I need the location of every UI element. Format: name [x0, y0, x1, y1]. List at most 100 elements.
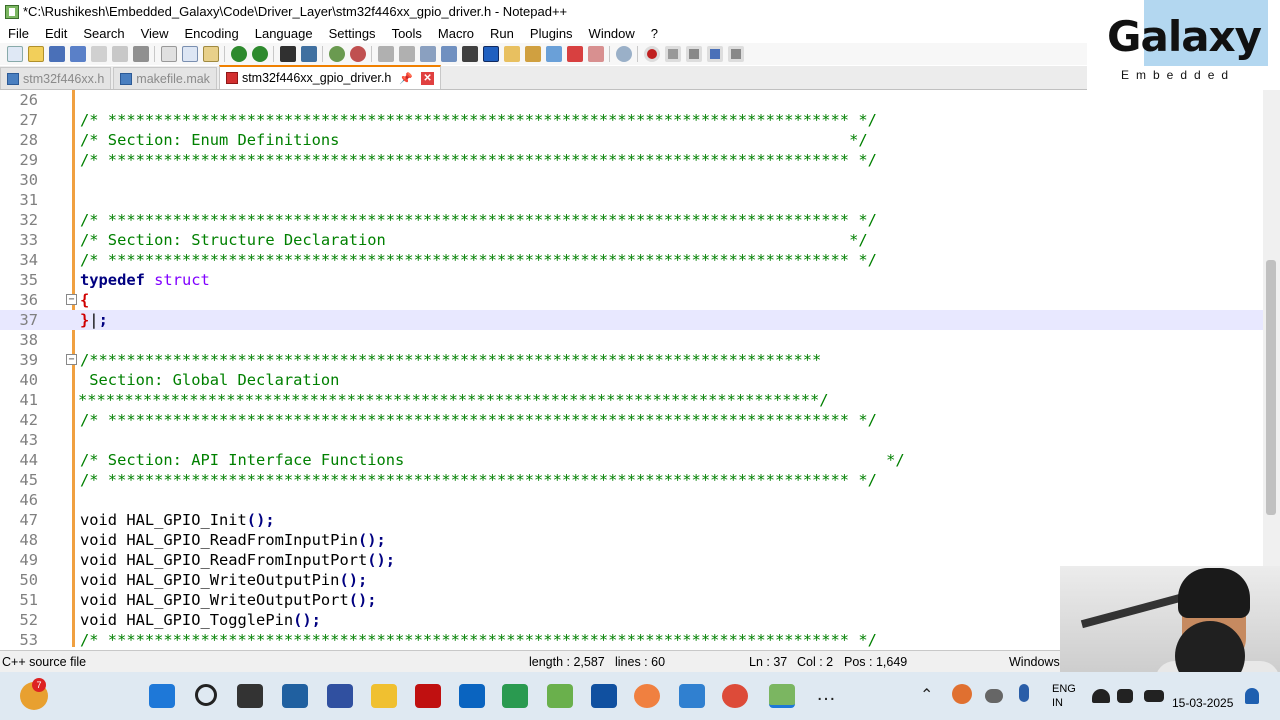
code-line[interactable]: 33 /* Section: Structure Declaration */	[0, 230, 1263, 250]
code-line[interactable]: 42 /* ***********************************…	[0, 410, 1263, 430]
sync-vertical-icon[interactable]	[377, 46, 394, 62]
menu-macro[interactable]: Macro	[430, 26, 482, 41]
notification-bell-icon[interactable]	[1245, 688, 1259, 704]
wifi-icon[interactable]	[1092, 689, 1110, 703]
menu-file[interactable]: File	[0, 26, 37, 41]
code-line[interactable]: 39 −/************************************…	[0, 350, 1263, 370]
notepadpp-taskbar-icon[interactable]	[769, 684, 795, 708]
menu-plugins[interactable]: Plugins	[522, 26, 581, 41]
language-indicator[interactable]: ENG IN	[1052, 682, 1076, 710]
new-file-icon[interactable]	[6, 46, 23, 62]
store-icon[interactable]	[282, 684, 308, 708]
tab-makefile-mak[interactable]: makefile.mak	[113, 67, 217, 89]
code-line[interactable]: 27 /* ***********************************…	[0, 110, 1263, 130]
stop-macro-icon[interactable]	[664, 46, 681, 62]
menu-view[interactable]: View	[133, 26, 177, 41]
menu-window[interactable]: Window	[581, 26, 643, 41]
code-line[interactable]: 41 **************************************…	[0, 390, 1263, 410]
notepadpp-green-icon[interactable]	[547, 684, 573, 708]
fold-toggle-icon[interactable]: −	[66, 354, 77, 365]
code-line[interactable]: 47 void HAL_GPIO_Init();	[0, 510, 1263, 530]
menu-encoding[interactable]: Encoding	[177, 26, 247, 41]
code-line[interactable]: 40 Section: Global Declaration	[0, 370, 1263, 390]
more-apps-icon[interactable]: …	[816, 684, 842, 708]
undo-icon[interactable]	[230, 46, 247, 62]
window-app-icon[interactable]	[679, 684, 705, 708]
code-editor[interactable]: 26 27 /* *********************************…	[0, 90, 1263, 647]
chrome-icon[interactable]	[722, 684, 748, 708]
monitor-icon[interactable]	[566, 46, 583, 62]
clipboard-history-icon[interactable]	[587, 46, 604, 62]
e2-studio-icon[interactable]	[327, 684, 353, 708]
menu-search[interactable]: Search	[75, 26, 132, 41]
menu-tools[interactable]: Tools	[384, 26, 430, 41]
microphone-icon[interactable]	[1019, 684, 1029, 702]
play-multiple-macro-icon[interactable]	[706, 46, 723, 62]
save-icon[interactable]	[48, 46, 65, 62]
menu-run[interactable]: Run	[482, 26, 522, 41]
battery-icon[interactable]	[1144, 690, 1164, 702]
sync-icon[interactable]	[952, 684, 972, 704]
word-wrap-icon[interactable]	[419, 46, 436, 62]
show-hidden-icons-icon[interactable]: ⌃	[920, 684, 938, 708]
app-q-icon[interactable]	[415, 684, 441, 708]
code-line[interactable]: 32 /* ***********************************…	[0, 210, 1263, 230]
windows-start-icon[interactable]	[149, 684, 175, 708]
indent-guide-icon[interactable]	[461, 46, 478, 62]
git-icon[interactable]	[502, 684, 528, 708]
menu-edit[interactable]: Edit	[37, 26, 75, 41]
paste-icon[interactable]	[202, 46, 219, 62]
print-icon[interactable]	[132, 46, 149, 62]
vertical-scrollbar[interactable]	[1263, 90, 1280, 647]
code-line[interactable]: 29 /* ***********************************…	[0, 150, 1263, 170]
volume-icon[interactable]	[1117, 689, 1133, 703]
redo-icon[interactable]	[251, 46, 268, 62]
task-view-icon[interactable]	[237, 684, 263, 708]
find-icon[interactable]	[279, 46, 296, 62]
record-macro-icon[interactable]	[643, 46, 660, 62]
file-explorer-icon[interactable]	[371, 684, 397, 708]
view-icon[interactable]	[615, 46, 632, 62]
open-file-icon[interactable]	[27, 46, 44, 62]
code-line[interactable]: 43	[0, 430, 1263, 450]
code-line[interactable]: 48 void HAL_GPIO_ReadFromInputPin();	[0, 530, 1263, 550]
code-line[interactable]: 46	[0, 490, 1263, 510]
close-all-icon[interactable]	[111, 46, 128, 62]
code-line[interactable]: 45 /* ***********************************…	[0, 470, 1263, 490]
language-format-icon[interactable]	[482, 46, 499, 62]
save-all-icon[interactable]	[69, 46, 86, 62]
doc-map-icon[interactable]	[503, 46, 520, 62]
weather-icon[interactable]: 7	[20, 678, 48, 710]
menu-settings[interactable]: Settings	[321, 26, 384, 41]
code-line[interactable]: 37}|;	[0, 310, 1263, 330]
network-app-icon[interactable]	[634, 684, 660, 708]
pin-icon[interactable]: 📌	[399, 72, 413, 85]
sync-horizontal-icon[interactable]	[398, 46, 415, 62]
menu-language[interactable]: Language	[247, 26, 321, 41]
folder-workspace-icon[interactable]	[545, 46, 562, 62]
cloud-icon[interactable]	[985, 689, 1003, 703]
tab-close-icon[interactable]: ✕	[421, 71, 435, 85]
jlink-icon[interactable]	[591, 684, 617, 708]
tab-gpio-driver-h[interactable]: stm32f446xx_gpio_driver.h 📌 ✕	[218, 65, 442, 89]
copy-icon[interactable]	[181, 46, 198, 62]
code-line[interactable]: 38	[0, 330, 1263, 350]
code-line[interactable]: 34 /* ***********************************…	[0, 250, 1263, 270]
code-line[interactable]: 30	[0, 170, 1263, 190]
code-line[interactable]: 31	[0, 190, 1263, 210]
close-icon[interactable]	[90, 46, 107, 62]
clock-date[interactable]: 15-03-2025	[1172, 696, 1233, 710]
search-icon[interactable]	[195, 684, 217, 706]
replace-icon[interactable]	[300, 46, 317, 62]
play-macro-icon[interactable]	[685, 46, 702, 62]
show-all-chars-icon[interactable]	[440, 46, 457, 62]
tab-stm32f446xx-h[interactable]: stm32f446xx.h	[0, 67, 112, 89]
code-line[interactable]: 36 −{	[0, 290, 1263, 310]
menu-help[interactable]: ?	[643, 26, 666, 41]
code-line[interactable]: 35 typedef struct	[0, 270, 1263, 290]
outlook-icon[interactable]	[459, 684, 485, 708]
fold-toggle-icon[interactable]: −	[66, 294, 77, 305]
zoom-out-icon[interactable]	[349, 46, 366, 62]
function-list-icon[interactable]	[524, 46, 541, 62]
zoom-in-icon[interactable]	[328, 46, 345, 62]
